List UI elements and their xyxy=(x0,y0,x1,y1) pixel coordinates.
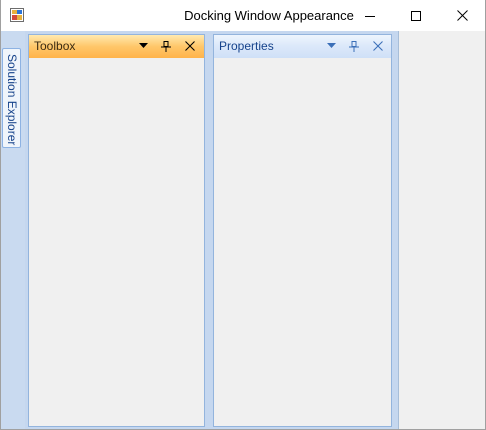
dropdown-arrow-icon[interactable] xyxy=(136,39,150,53)
close-icon[interactable] xyxy=(371,39,385,53)
properties-header[interactable]: Properties xyxy=(214,35,391,58)
pane-title: Properties xyxy=(219,39,274,53)
splitter[interactable] xyxy=(205,31,213,429)
pin-icon[interactable] xyxy=(347,39,361,53)
dropdown-arrow-icon[interactable] xyxy=(324,39,338,53)
pin-icon[interactable] xyxy=(159,39,173,53)
tab-solution-explorer[interactable]: Solution Explorer xyxy=(2,48,21,148)
minimize-icon xyxy=(365,15,375,17)
close-icon xyxy=(456,10,468,21)
properties-pane[interactable]: Properties xyxy=(213,34,392,427)
client-area: Solution Explorer Toolbox Properties xyxy=(1,31,485,429)
close-button[interactable] xyxy=(439,0,485,31)
auto-hide-strip-left: Solution Explorer xyxy=(1,31,25,429)
toolbox-pane[interactable]: Toolbox xyxy=(28,34,205,427)
maximize-button[interactable] xyxy=(393,0,439,31)
main-window: Docking Window Appearance Solution Explo… xyxy=(0,0,486,430)
close-icon[interactable] xyxy=(183,39,197,53)
dock-container: Toolbox Properties xyxy=(25,31,399,429)
toolbox-header[interactable]: Toolbox xyxy=(29,35,204,58)
tab-label: Solution Explorer xyxy=(5,54,19,146)
minimize-button[interactable] xyxy=(347,0,393,31)
document-area xyxy=(399,31,485,429)
pane-title: Toolbox xyxy=(34,39,76,53)
title-bar[interactable]: Docking Window Appearance xyxy=(1,0,485,31)
maximize-icon xyxy=(411,10,421,21)
